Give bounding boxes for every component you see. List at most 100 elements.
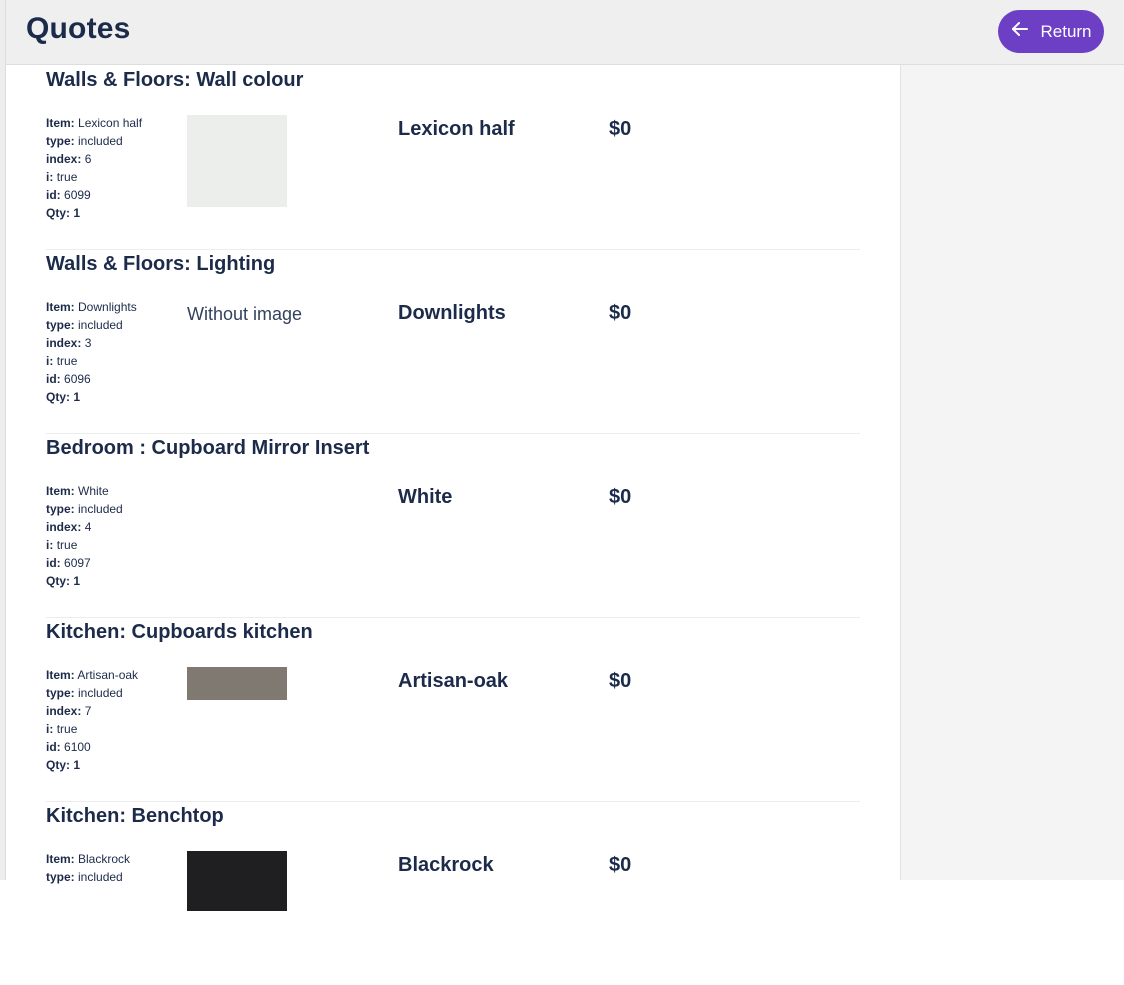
prop-value: Blackrock (78, 852, 131, 866)
return-button-label: Return (1040, 21, 1092, 41)
prop-key: type: (46, 870, 75, 884)
section-title: Walls & Floors: Wall colour (46, 69, 304, 91)
item-name: White (398, 486, 453, 508)
prop-key: i: (46, 354, 54, 368)
prop-i: i: true (46, 720, 138, 738)
prop-key: Qty: (46, 390, 70, 404)
prop-i: i: true (46, 352, 137, 370)
quote-section: Walls & Floors: Lighting Item: Downlight… (46, 249, 860, 434)
quote-section: Walls & Floors: Wall colour Item: Lexico… (46, 65, 860, 250)
prop-key: Item: (46, 668, 75, 682)
item-name: Artisan-oak (398, 670, 509, 692)
prop-key: type: (46, 502, 75, 516)
prop-id: id: 6099 (46, 186, 142, 204)
prop-type: type: included (46, 316, 137, 334)
prop-type: type: included (46, 500, 123, 518)
return-button[interactable]: Return (998, 10, 1104, 53)
prop-qty: Qty: 1 (46, 204, 142, 222)
prop-index: index: 7 (46, 702, 138, 720)
prop-value: Artisan-oak (77, 668, 139, 682)
item-price: $0 (609, 670, 632, 692)
item-name: Lexicon half (398, 118, 515, 140)
prop-key: i: (46, 538, 54, 552)
prop-value: 4 (84, 520, 92, 534)
prop-key: Qty: (46, 758, 70, 772)
prop-index: index: 3 (46, 334, 137, 352)
item-properties: Item: Downlights type: included index: 3… (46, 298, 137, 406)
prop-key: type: (46, 318, 75, 332)
prop-value: 6099 (64, 188, 91, 202)
window-left-edge (0, 0, 6, 880)
prop-key: Qty: (46, 206, 70, 220)
prop-qty: Qty: 1 (46, 572, 123, 590)
prop-i: i: true (46, 168, 142, 186)
prop-value: 6 (84, 152, 92, 166)
quote-list: Walls & Floors: Wall colour Item: Lexico… (46, 65, 860, 911)
prop-value: 1 (73, 758, 81, 772)
item-thumbnail (187, 115, 287, 207)
prop-key: id: (46, 740, 61, 754)
prop-qty: Qty: 1 (46, 756, 138, 774)
item-price: $0 (609, 486, 632, 508)
item-thumbnail (187, 851, 287, 911)
page-title: Quotes (26, 12, 131, 45)
prop-key: id: (46, 372, 61, 386)
prop-value: Lexicon half (78, 116, 143, 130)
quote-section: Kitchen: Benchtop Item: Blackrock type: … (46, 801, 860, 985)
item-price: $0 (609, 302, 632, 324)
prop-key: type: (46, 686, 75, 700)
prop-value: true (56, 354, 78, 368)
prop-value: 7 (84, 704, 92, 718)
prop-i: i: true (46, 536, 123, 554)
prop-key: Item: (46, 300, 75, 314)
prop-item: Item: Blackrock (46, 850, 130, 868)
prop-value: 1 (73, 574, 81, 588)
prop-type: type: included (46, 132, 142, 150)
prop-key: i: (46, 722, 54, 736)
no-image-text: Without image (187, 304, 303, 324)
prop-value: 3 (84, 336, 92, 350)
prop-key: index: (46, 152, 82, 166)
prop-value: included (78, 686, 123, 700)
prop-key: id: (46, 188, 61, 202)
prop-index: index: 6 (46, 150, 142, 168)
item-properties: Item: Blackrock type: included (46, 850, 130, 886)
right-sidebar (900, 65, 1124, 880)
item-properties: Item: White type: included index: 4 i: t… (46, 482, 123, 590)
prop-key: index: (46, 336, 82, 350)
prop-key: Item: (46, 116, 75, 130)
section-title: Kitchen: Benchtop (46, 805, 224, 827)
prop-item: Item: White (46, 482, 123, 500)
prop-key: i: (46, 170, 54, 184)
section-title: Bedroom : Cupboard Mirror Insert (46, 437, 370, 459)
prop-id: id: 6097 (46, 554, 123, 572)
item-thumbnail (187, 667, 287, 700)
prop-value: true (56, 722, 78, 736)
prop-key: Qty: (46, 574, 70, 588)
prop-value: 1 (73, 390, 81, 404)
arrow-left-icon (1010, 19, 1030, 44)
prop-value: White (78, 484, 109, 498)
prop-type: type: included (46, 868, 130, 886)
prop-value: 6097 (64, 556, 91, 570)
prop-item: Item: Artisan-oak (46, 666, 138, 684)
prop-item: Item: Lexicon half (46, 114, 142, 132)
top-bar: Quotes Return (6, 0, 1124, 65)
prop-qty: Qty: 1 (46, 388, 137, 406)
item-properties: Item: Artisan-oak type: included index: … (46, 666, 138, 774)
prop-key: type: (46, 134, 75, 148)
prop-key: Item: (46, 852, 75, 866)
prop-item: Item: Downlights (46, 298, 137, 316)
prop-key: id: (46, 556, 61, 570)
prop-type: type: included (46, 684, 138, 702)
item-name: Downlights (398, 302, 506, 324)
prop-key: index: (46, 704, 82, 718)
prop-value: 6100 (64, 740, 91, 754)
quote-section: Bedroom : Cupboard Mirror Insert Item: W… (46, 433, 860, 618)
prop-value: Downlights (78, 300, 137, 314)
item-price: $0 (609, 854, 632, 876)
prop-value: true (56, 538, 78, 552)
prop-id: id: 6096 (46, 370, 137, 388)
item-name: Blackrock (398, 854, 494, 876)
prop-value: included (78, 318, 123, 332)
